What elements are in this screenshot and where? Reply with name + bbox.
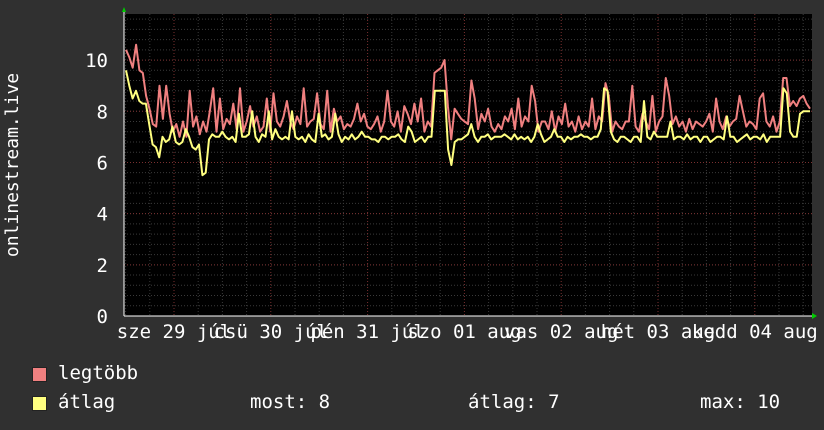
y-axis-label: onlinestream.live xyxy=(2,73,23,257)
stat-atlag: átlag: 7 xyxy=(468,391,560,413)
y-tick-label: 4 xyxy=(97,204,108,226)
y-tick-labels: 0 2 4 6 8 10 xyxy=(85,50,108,328)
y-tick-label: 0 xyxy=(97,306,108,328)
y-tick-label: 10 xyxy=(85,50,108,72)
x-tick-label: kedd 04 aug xyxy=(692,321,818,343)
stat-most: most: 8 xyxy=(250,391,331,413)
legend-swatch-legtobb xyxy=(32,367,47,382)
x-tick-labels: sze 29 júlcsü 30 júlpén 31 júlszo 01 aug… xyxy=(117,321,818,343)
legend-label-legtobb: legtöbb xyxy=(58,362,139,384)
legend-label-atlag: átlag xyxy=(58,391,116,413)
y-tick-label: 8 xyxy=(97,101,108,123)
plot-area xyxy=(124,14,812,316)
x-axis-arrow-icon xyxy=(812,313,817,319)
y-tick-label: 2 xyxy=(97,255,108,277)
legend-swatch-atlag xyxy=(32,396,47,411)
stat-max: max: 10 xyxy=(700,391,781,413)
y-tick-label: 6 xyxy=(97,152,108,174)
y-axis-arrow-icon xyxy=(122,7,126,12)
